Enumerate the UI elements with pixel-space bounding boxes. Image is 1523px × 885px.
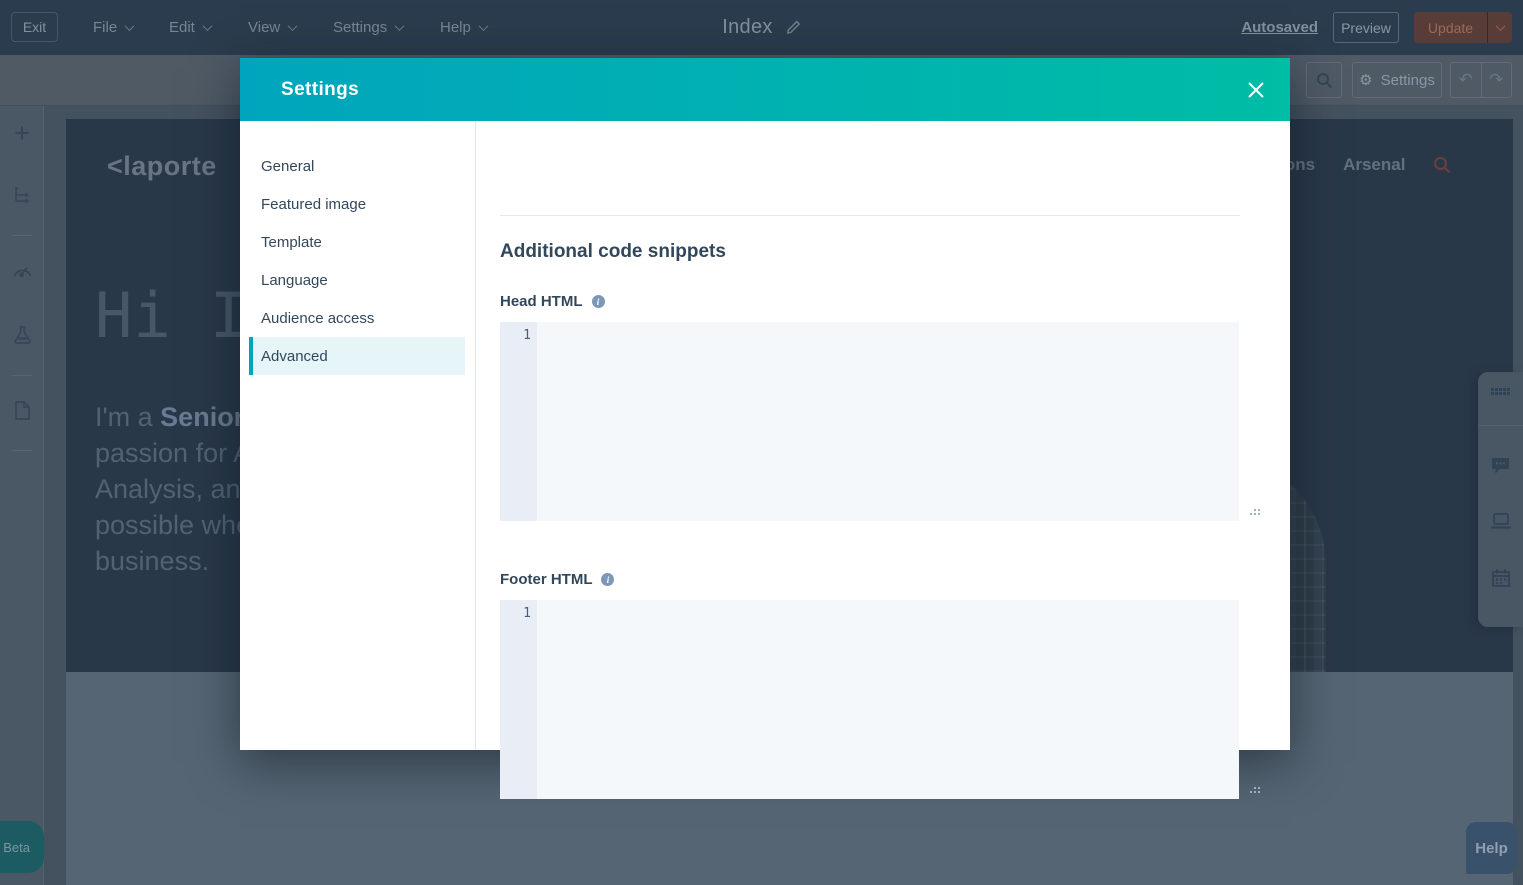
modal-nav-label: Audience access <box>261 310 374 327</box>
modal-nav-template[interactable]: Template <box>249 223 465 261</box>
modal-title: Settings <box>281 79 359 101</box>
footer-html-label: Footer HTML <box>500 571 592 588</box>
head-html-editor-wrap: 1 <box>476 322 1290 521</box>
footer-html-code-editor: 1 <box>500 600 1239 799</box>
modal-nav-label: General <box>261 158 314 175</box>
head-html-label-row: Head HTML i <box>500 293 605 310</box>
section-divider <box>500 215 1240 216</box>
line-number: 1 <box>523 328 531 343</box>
close-icon <box>1247 81 1265 99</box>
resize-handle-icon[interactable] <box>1258 513 1260 515</box>
modal-nav-advanced[interactable]: Advanced <box>249 337 465 375</box>
info-icon[interactable]: i <box>601 573 614 586</box>
modal-nav-label: Advanced <box>261 348 328 365</box>
modal-nav-language[interactable]: Language <box>249 261 465 299</box>
line-number-gutter: 1 <box>500 322 537 521</box>
head-html-label: Head HTML <box>500 293 583 310</box>
modal-header: Settings <box>240 58 1290 121</box>
footer-html-editor-wrap: 1 <box>476 600 1290 799</box>
modal-nav-label: Template <box>261 234 322 251</box>
resize-handle-icon[interactable] <box>1258 791 1260 793</box>
modal-nav-audience-access[interactable]: Audience access <box>249 299 465 337</box>
footer-html-label-row: Footer HTML i <box>500 571 614 588</box>
modal-close-button[interactable] <box>1247 81 1265 99</box>
info-icon[interactable]: i <box>592 295 605 308</box>
modal-nav-label: Language <box>261 272 328 289</box>
line-number: 1 <box>523 606 531 621</box>
settings-modal: Settings General Featured image Template… <box>240 58 1290 750</box>
line-number-gutter: 1 <box>500 600 537 799</box>
modal-nav-general[interactable]: General <box>249 147 465 185</box>
screenshot-root: Exit File Edit View Settings Help Index <box>0 0 1523 885</box>
footer-html-code-input[interactable] <box>537 600 1239 799</box>
head-html-code-input[interactable] <box>537 322 1239 521</box>
modal-sidebar-nav: General Featured image Template Language… <box>240 121 476 750</box>
modal-nav-featured-image[interactable]: Featured image <box>249 185 465 223</box>
modal-nav-label: Featured image <box>261 196 366 213</box>
head-html-code-editor: 1 <box>500 322 1239 521</box>
content-heading: Additional code snippets <box>500 241 726 263</box>
modal-content: Additional code snippets Head HTML i 1 F… <box>476 121 1290 750</box>
